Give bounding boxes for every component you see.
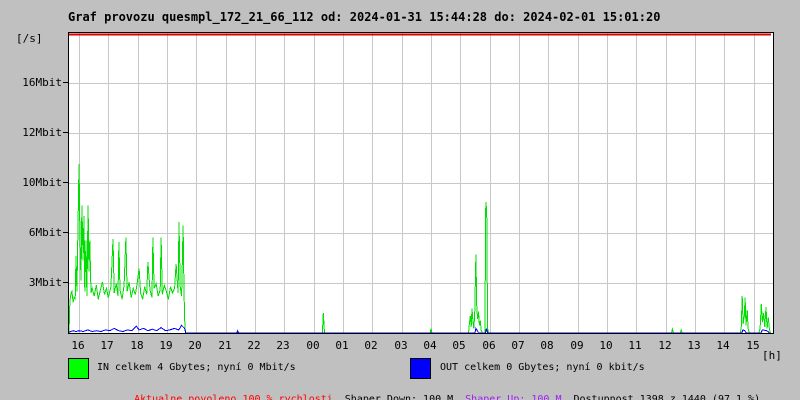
plot-area bbox=[68, 32, 774, 334]
x-tick-label: 18 bbox=[130, 339, 144, 352]
traffic-graph-window: Graf provozu quesmpl_172_21_66_112 od: 2… bbox=[0, 0, 800, 400]
legend-out-swatch bbox=[410, 358, 431, 379]
x-tick-label: 06 bbox=[482, 339, 496, 352]
y-axis-tick bbox=[63, 232, 68, 233]
x-tick-label: 12 bbox=[658, 339, 672, 352]
x-tick-label: 14 bbox=[716, 339, 730, 352]
footer-status-row: Aktualne povoleno 100 % rychlosti Shaper … bbox=[110, 383, 772, 400]
x-tick-label: 21 bbox=[218, 339, 232, 352]
traffic-plot-svg bbox=[69, 33, 773, 333]
legend-out-label: OUT celkem 0 Gbytes; nyní 0 kbit/s bbox=[440, 362, 645, 373]
legend-in-label: IN celkem 4 Gbytes; nyní 0 Mbit/s bbox=[97, 362, 296, 373]
y-tick-label: 6Mbit bbox=[28, 226, 62, 239]
x-tick-label: 20 bbox=[188, 339, 202, 352]
x-tick-label: 23 bbox=[276, 339, 290, 352]
series-in-line bbox=[69, 163, 772, 333]
graph-title: Graf provozu quesmpl_172_21_66_112 od: 2… bbox=[68, 10, 661, 24]
y-tick-label: 10Mbit bbox=[22, 176, 62, 189]
shaper-down-text: Shaper Down: 100 M bbox=[344, 394, 454, 400]
x-tick-label: 19 bbox=[159, 339, 173, 352]
x-tick-label: 16 bbox=[71, 339, 85, 352]
x-tick-label: 04 bbox=[423, 339, 437, 352]
allowed-speed-text: Aktualne povoleno 100 % rychlosti bbox=[134, 394, 333, 400]
y-tick-label: 12Mbit bbox=[22, 126, 62, 139]
x-tick-label: 08 bbox=[540, 339, 554, 352]
x-tick-label: 22 bbox=[247, 339, 261, 352]
x-tick-label: 17 bbox=[100, 339, 114, 352]
x-axis-unit-label: [h] bbox=[762, 349, 782, 362]
y-tick-label: 3Mbit bbox=[28, 276, 62, 289]
shaper-up-text: Shaper Up: 100 M bbox=[465, 394, 562, 400]
x-tick-label: 00 bbox=[306, 339, 320, 352]
x-tick-label: 03 bbox=[394, 339, 408, 352]
x-tick-label: 09 bbox=[570, 339, 584, 352]
legend-in-swatch bbox=[68, 358, 89, 379]
y-axis-tick bbox=[63, 282, 68, 283]
x-tick-label: 02 bbox=[364, 339, 378, 352]
y-axis-tick bbox=[63, 182, 68, 183]
y-tick-label: 16Mbit bbox=[22, 76, 62, 89]
x-tick-label: 01 bbox=[335, 339, 349, 352]
y-axis-unit-label: [/s] bbox=[16, 32, 43, 45]
series-out-line bbox=[69, 324, 771, 333]
x-tick-label: 10 bbox=[599, 339, 613, 352]
x-tick-label: 07 bbox=[511, 339, 525, 352]
x-tick-label: 05 bbox=[452, 339, 466, 352]
availability-text: Dostupnost 1398 z 1440 (97.1 %) bbox=[573, 394, 761, 400]
x-tick-label: 13 bbox=[687, 339, 701, 352]
y-axis-tick bbox=[63, 82, 68, 83]
x-tick-label: 11 bbox=[628, 339, 642, 352]
y-axis-tick bbox=[63, 132, 68, 133]
